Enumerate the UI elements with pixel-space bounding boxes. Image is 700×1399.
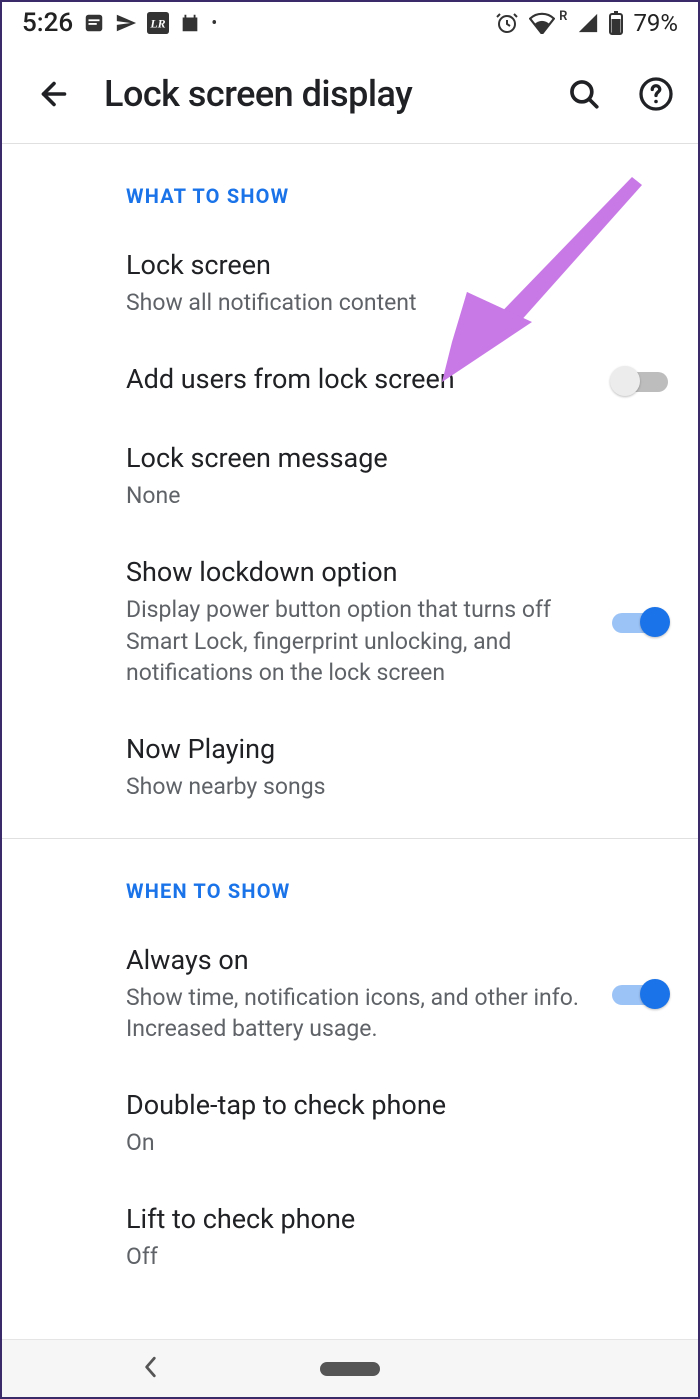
nav-home-pill[interactable] [320, 1362, 380, 1376]
item-lock-screen[interactable]: Lock screen Show all notification conten… [2, 226, 698, 340]
signal-icon [577, 12, 599, 34]
item-always-on[interactable]: Always on Show time, notification icons,… [2, 921, 698, 1066]
send-icon [115, 12, 137, 34]
more-dot-icon: • [211, 13, 217, 34]
item-lift-to-check[interactable]: Lift to check phone Off [2, 1180, 698, 1294]
settings-list: WHAT TO SHOW Lock screen Show all notifi… [2, 144, 698, 1337]
wifi-icon [529, 12, 555, 34]
toggle-add-users[interactable] [612, 366, 668, 394]
item-lock-screen-message[interactable]: Lock screen message None [2, 419, 698, 533]
item-double-tap[interactable]: Double-tap to check phone On [2, 1066, 698, 1180]
lr-icon: LR [147, 12, 169, 34]
calendar-icon [179, 12, 201, 34]
page-title: Lock screen display [104, 73, 534, 115]
item-title: Now Playing [126, 732, 668, 767]
svg-text:LR: LR [150, 17, 166, 31]
item-add-users[interactable]: Add users from lock screen [2, 340, 698, 419]
alarm-icon [495, 11, 519, 35]
item-subtitle: On [126, 1127, 668, 1158]
item-title: Always on [126, 943, 592, 978]
item-now-playing[interactable]: Now Playing Show nearby songs [2, 710, 698, 824]
roaming-label: R [559, 9, 567, 24]
item-title: Show lockdown option [126, 555, 592, 590]
item-subtitle: None [126, 480, 668, 511]
battery-icon [609, 11, 623, 35]
item-subtitle: Show time, notification icons, and other… [126, 982, 592, 1044]
nav-bar [2, 1339, 698, 1397]
app-bar: Lock screen display [2, 44, 698, 144]
item-subtitle: Show all notification content [126, 287, 668, 318]
help-button[interactable] [634, 72, 678, 116]
item-title: Add users from lock screen [126, 362, 592, 397]
status-time: 5:26 [22, 8, 73, 38]
item-show-lockdown[interactable]: Show lockdown option Display power butto… [2, 533, 698, 709]
battery-text: 79% [633, 9, 678, 37]
item-title: Lock screen [126, 248, 668, 283]
toggle-show-lockdown[interactable] [612, 607, 668, 635]
item-subtitle: Show nearby songs [126, 771, 668, 802]
item-title: Lock screen message [126, 441, 668, 476]
item-title: Double-tap to check phone [126, 1088, 668, 1123]
back-button[interactable] [32, 72, 76, 116]
message-icon [83, 12, 105, 34]
search-button[interactable] [562, 72, 606, 116]
section-header: WHEN TO SHOW [2, 839, 698, 921]
item-subtitle: Display power button option that turns o… [126, 594, 592, 687]
section-header: WHAT TO SHOW [2, 144, 698, 226]
nav-back-button[interactable] [142, 1356, 160, 1382]
status-bar: 5:26 LR • R [2, 2, 698, 44]
toggle-always-on[interactable] [612, 979, 668, 1007]
item-subtitle: Off [126, 1241, 668, 1272]
item-title: Lift to check phone [126, 1202, 668, 1237]
